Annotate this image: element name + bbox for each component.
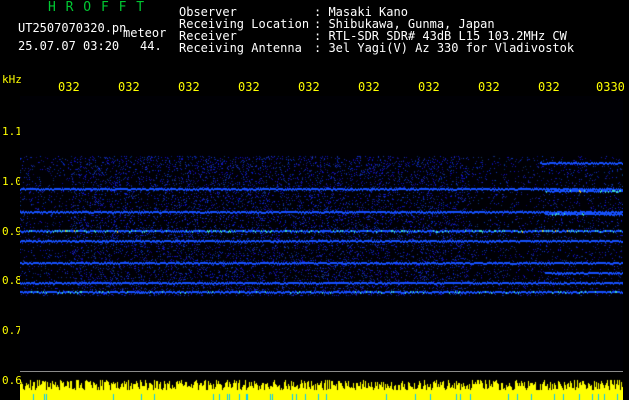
spectrogram-canvas (20, 96, 623, 371)
baseline-divider (20, 371, 623, 372)
time-tick: 032 (358, 80, 380, 94)
time-tick: 032 (238, 80, 260, 94)
count-value: 44. (140, 39, 162, 53)
timestamp: 25.07.07 03:20 (18, 39, 120, 53)
frequency-tick: 1.1 (2, 125, 22, 138)
time-tick: 032 (58, 80, 80, 94)
signal-level-strip (20, 379, 623, 400)
time-tick: 032 (178, 80, 200, 94)
frequency-tick: 0.8 (2, 274, 22, 287)
antenna-label: Receiving Antenna (179, 41, 302, 55)
file-tag: meteor (123, 26, 167, 40)
frequency-tick: 1.0 (2, 175, 22, 188)
time-tick: 032 (118, 80, 140, 94)
frequency-tick: 0.9 (2, 225, 22, 238)
file-name: UT2507070320.pn (18, 21, 127, 35)
antenna-value: : 3el Yagi(V) Az 330 for Vladivostok (314, 41, 575, 55)
time-tick: 032 (418, 80, 440, 94)
app-title: H R O F F T (48, 0, 146, 15)
time-tick: 032 (478, 80, 500, 94)
frequency-tick: 0.6 (2, 374, 22, 387)
time-tick: 032 (298, 80, 320, 94)
frequency-unit-label: kHz (2, 73, 22, 86)
time-tick: 032 (538, 80, 560, 94)
frequency-tick: 0.7 (2, 324, 22, 337)
time-tick: 0330 (596, 80, 625, 94)
